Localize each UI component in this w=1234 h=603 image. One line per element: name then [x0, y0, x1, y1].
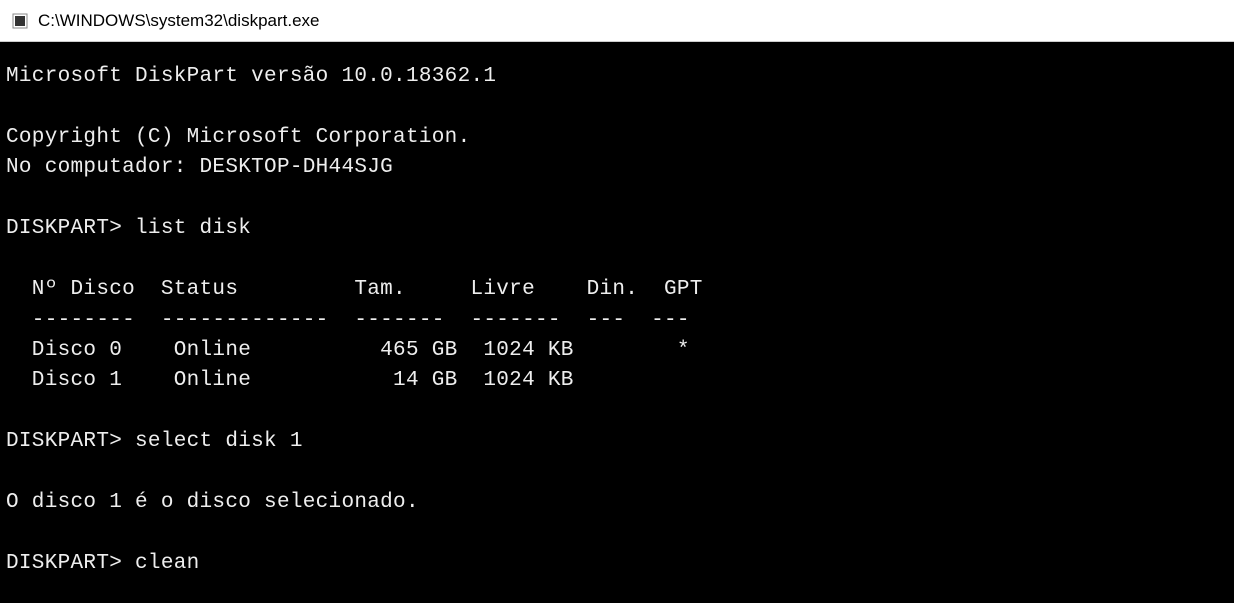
- table-row: Disco 0 Online 465 GB 1024 KB *: [6, 339, 690, 362]
- terminal-output[interactable]: Microsoft DiskPart versão 10.0.18362.1 C…: [0, 42, 1234, 603]
- command-select-disk: select disk 1: [135, 430, 303, 453]
- table-header: Nº Disco Status Tam. Livre Din. GPT: [6, 278, 703, 301]
- table-row: Disco 1 Online 14 GB 1024 KB: [6, 369, 574, 392]
- command-list-disk: list disk: [135, 217, 251, 240]
- prompt: DISKPART>: [6, 217, 122, 240]
- command-clean: clean: [135, 552, 200, 575]
- titlebar[interactable]: C:\WINDOWS\system32\diskpart.exe: [0, 0, 1234, 42]
- computer-line: No computador: DESKTOP-DH44SJG: [6, 156, 393, 179]
- titlebar-text: C:\WINDOWS\system32\diskpart.exe: [38, 11, 320, 31]
- prompt: DISKPART>: [6, 552, 122, 575]
- table-separator: -------- ------------- ------- ------- -…: [6, 309, 690, 332]
- console-window: C:\WINDOWS\system32\diskpart.exe Microso…: [0, 0, 1234, 603]
- app-icon: [12, 13, 28, 29]
- select-response: O disco 1 é o disco selecionado.: [6, 491, 419, 514]
- version-line: Microsoft DiskPart versão 10.0.18362.1: [6, 65, 496, 88]
- prompt: DISKPART>: [6, 430, 122, 453]
- copyright-line: Copyright (C) Microsoft Corporation.: [6, 126, 470, 149]
